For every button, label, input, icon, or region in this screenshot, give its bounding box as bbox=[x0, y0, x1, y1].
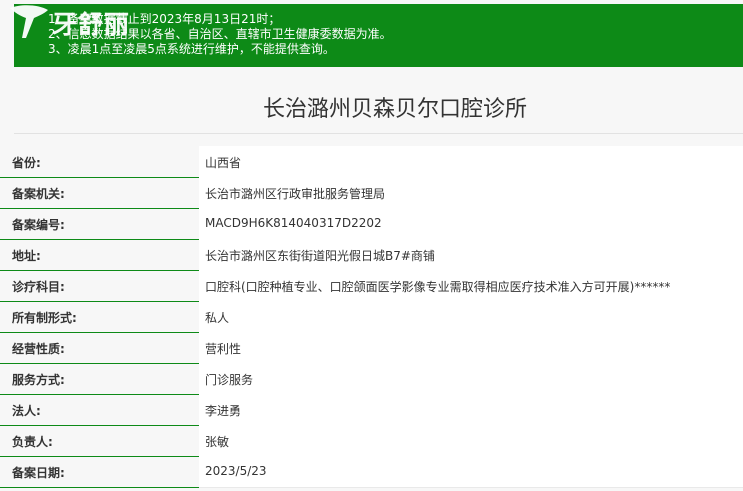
table-row: 服务方式: 门诊服务 bbox=[0, 363, 743, 395]
field-value: 李进勇 bbox=[205, 404, 242, 418]
notice-line-2: 2、信息数据结果以各省、自治区、直辖市卫生健康委数据为准。 bbox=[48, 27, 392, 41]
field-label: 经营性质: bbox=[12, 342, 65, 356]
notice-line-3: 3、凌晨1点至凌晨5点系统进行维护，不能提供查询。 bbox=[48, 42, 335, 56]
table-row: 诊疗科目: 口腔科(口腔种植专业、口腔颌面医学影像专业需取得相应医疗技术准入方可… bbox=[0, 270, 743, 302]
field-value: 长治市潞州区东街街道阳光假日城B7#商铺 bbox=[205, 249, 435, 263]
table-row: 地址: 长治市潞州区东街街道阳光假日城B7#商铺 bbox=[0, 239, 743, 271]
field-label: 法人: bbox=[12, 404, 41, 418]
field-value: 门诊服务 bbox=[205, 373, 254, 387]
table-row: 备案机关: 长治市潞州区行政审批服务管理局 bbox=[0, 177, 743, 209]
field-value: 张敏 bbox=[205, 435, 230, 449]
table-row: 备案日期: 2023/5/23 bbox=[0, 456, 743, 488]
record-table: 省份: 山西省 备案机关: 长治市潞州区行政审批服务管理局 备案编号: MACD… bbox=[0, 146, 743, 488]
field-label: 备案机关: bbox=[12, 187, 65, 201]
table-row: 备案编号: MACD9H6K814040317D2202 bbox=[0, 208, 743, 240]
field-label: 省份: bbox=[12, 156, 41, 170]
page-title: 长治潞州贝森贝尔口腔诊所 bbox=[262, 97, 527, 122]
field-value: 2023/5/23 bbox=[205, 464, 267, 478]
field-label: 备案日期: bbox=[12, 466, 65, 480]
notice-banner: 1、备案数据截止到2023年8月13日21时； 2、信息数据结果以各省、自治区、… bbox=[14, 4, 743, 67]
table-row: 所有制形式: 私人 bbox=[0, 301, 743, 333]
field-label: 备案编号: bbox=[12, 218, 65, 232]
field-label: 负责人: bbox=[12, 435, 53, 449]
field-value: 口腔科(口腔种植专业、口腔颌面医学影像专业需取得相应医疗技术准入方可开展)***… bbox=[205, 280, 671, 294]
field-value: 私人 bbox=[205, 311, 230, 325]
table-row: 省份: 山西省 bbox=[0, 146, 743, 178]
field-value: MACD9H6K814040317D2202 bbox=[205, 216, 382, 230]
field-label: 诊疗科目: bbox=[12, 280, 65, 294]
field-value: 长治市潞州区行政审批服务管理局 bbox=[205, 187, 386, 201]
title-divider bbox=[14, 133, 743, 134]
field-label: 地址: bbox=[12, 249, 41, 263]
table-row: 负责人: 张敏 bbox=[0, 425, 743, 457]
field-value: 营利性 bbox=[205, 342, 242, 356]
notice-line-1: 1、备案数据截止到2023年8月13日21时； bbox=[48, 12, 281, 26]
table-row: 法人: 李进勇 bbox=[0, 394, 743, 426]
table-row: 经营性质: 营利性 bbox=[0, 332, 743, 364]
field-value: 山西省 bbox=[205, 156, 242, 170]
field-label: 服务方式: bbox=[12, 373, 65, 387]
field-label: 所有制形式: bbox=[12, 311, 77, 325]
